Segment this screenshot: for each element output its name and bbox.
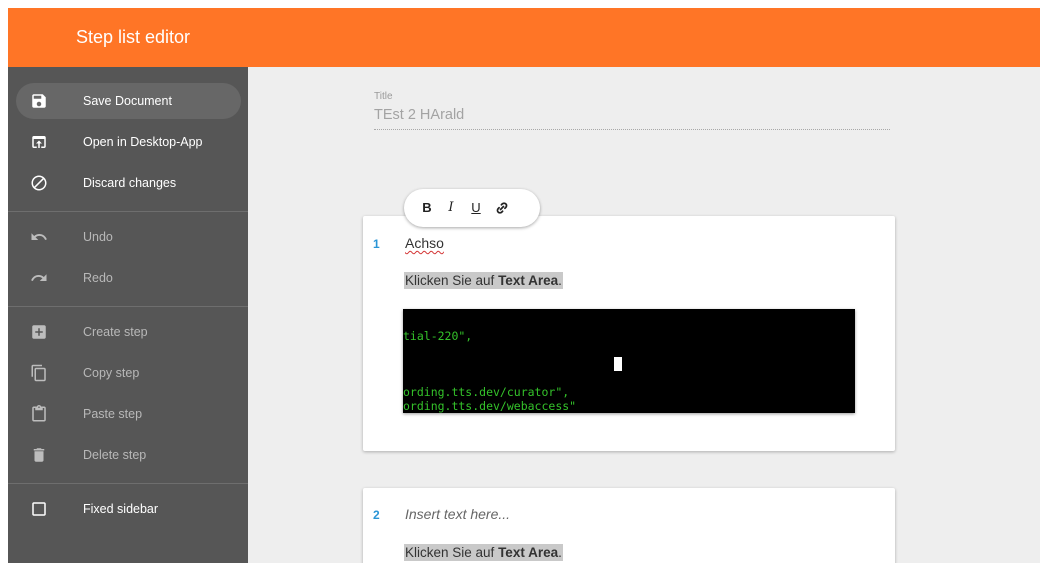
bold-button[interactable]: B (417, 189, 437, 227)
block-icon (31, 175, 47, 191)
format-toolbar: B I U (404, 189, 540, 227)
save-document-label: Save Document (83, 94, 172, 108)
copy-icon (31, 364, 46, 382)
instruction-text: Klicken Sie auf (405, 273, 499, 288)
save-document-button[interactable]: Save Document (16, 83, 241, 119)
terminal-line: ording.tts.dev/curator", (403, 385, 570, 399)
terminal-line: ording.tts.dev/webaccess" (403, 399, 577, 413)
checkbox-unchecked-icon (32, 502, 46, 516)
step-text: Achso (405, 235, 444, 251)
paste-step-label: Paste step (83, 407, 143, 421)
instruction-suffix: . (558, 273, 562, 288)
open-in-desktop-app-button[interactable]: Open in Desktop-App (16, 124, 241, 160)
link-icon (496, 202, 508, 214)
undo-button[interactable]: Undo (16, 219, 241, 255)
sidebar-divider (8, 483, 248, 484)
title-field[interactable]: Title TEst 2 HArald (374, 91, 890, 130)
app-frame: Step list editor Save Document Open in D… (8, 8, 1040, 563)
fixed-sidebar-toggle[interactable]: Fixed sidebar (16, 491, 241, 527)
trash-icon (33, 448, 45, 462)
instruction-target: Text Area (498, 545, 559, 560)
redo-label: Redo (83, 271, 113, 285)
text-cursor (614, 357, 622, 371)
title-label: Title (374, 91, 393, 102)
discard-changes-button[interactable]: Discard changes (16, 165, 241, 201)
step-screenshot[interactable]: tial-220", ording.tts.dev/curator", ordi… (403, 309, 855, 413)
italic-button[interactable]: I (441, 189, 461, 227)
instruction-suffix: . (558, 545, 562, 560)
create-step-label: Create step (83, 325, 148, 339)
fixed-sidebar-label: Fixed sidebar (83, 502, 159, 516)
instruction-target: Text Area (498, 273, 559, 288)
delete-step-label: Delete step (83, 448, 147, 462)
app-title: Step list editor (76, 27, 191, 47)
step-instruction: Klicken Sie auf Text Area. (404, 272, 563, 289)
title-input[interactable]: TEst 2 HArald (374, 107, 890, 130)
step-number: 2 (373, 508, 380, 522)
clipboard-icon (32, 405, 46, 422)
underline-button[interactable]: U (466, 189, 486, 227)
app-header: Step list editor (8, 8, 1040, 67)
save-icon (32, 94, 46, 108)
sidebar-divider (8, 306, 248, 307)
sidebar-divider (8, 211, 248, 212)
redo-icon (31, 274, 47, 281)
copy-step-button[interactable]: Copy step (16, 355, 241, 391)
add-box-icon (32, 325, 46, 339)
undo-label: Undo (83, 230, 113, 244)
step-card-1[interactable]: 1 Achso Klicken Sie auf Text Area. tial-… (363, 216, 895, 451)
open-in-app-icon (32, 136, 46, 148)
terminal-line: tial-220", (403, 329, 473, 343)
document-area: Title TEst 2 HArald 1 Achso Klicken Sie … (248, 67, 1040, 563)
redo-button[interactable]: Redo (16, 260, 241, 296)
delete-step-button[interactable]: Delete step (16, 437, 241, 473)
step-text-input[interactable]: Insert text here... (405, 506, 510, 522)
step-number: 1 (373, 237, 380, 251)
open-in-desktop-app-label: Open in Desktop-App (83, 135, 203, 149)
copy-step-label: Copy step (83, 366, 140, 380)
paste-step-button[interactable]: Paste step (16, 396, 241, 432)
undo-icon (31, 233, 47, 240)
step-text-input[interactable]: Achso (405, 235, 444, 251)
discard-changes-label: Discard changes (83, 176, 177, 190)
create-step-button[interactable]: Create step (16, 314, 241, 350)
link-button[interactable] (492, 189, 512, 227)
step-instruction: Klicken Sie auf Text Area. (404, 544, 563, 561)
instruction-text: Klicken Sie auf (405, 545, 499, 560)
step-card-2[interactable]: 2 Insert text here... Klicken Sie auf Te… (363, 488, 895, 563)
sidebar: Save Document Open in Desktop-App Discar… (8, 67, 248, 563)
